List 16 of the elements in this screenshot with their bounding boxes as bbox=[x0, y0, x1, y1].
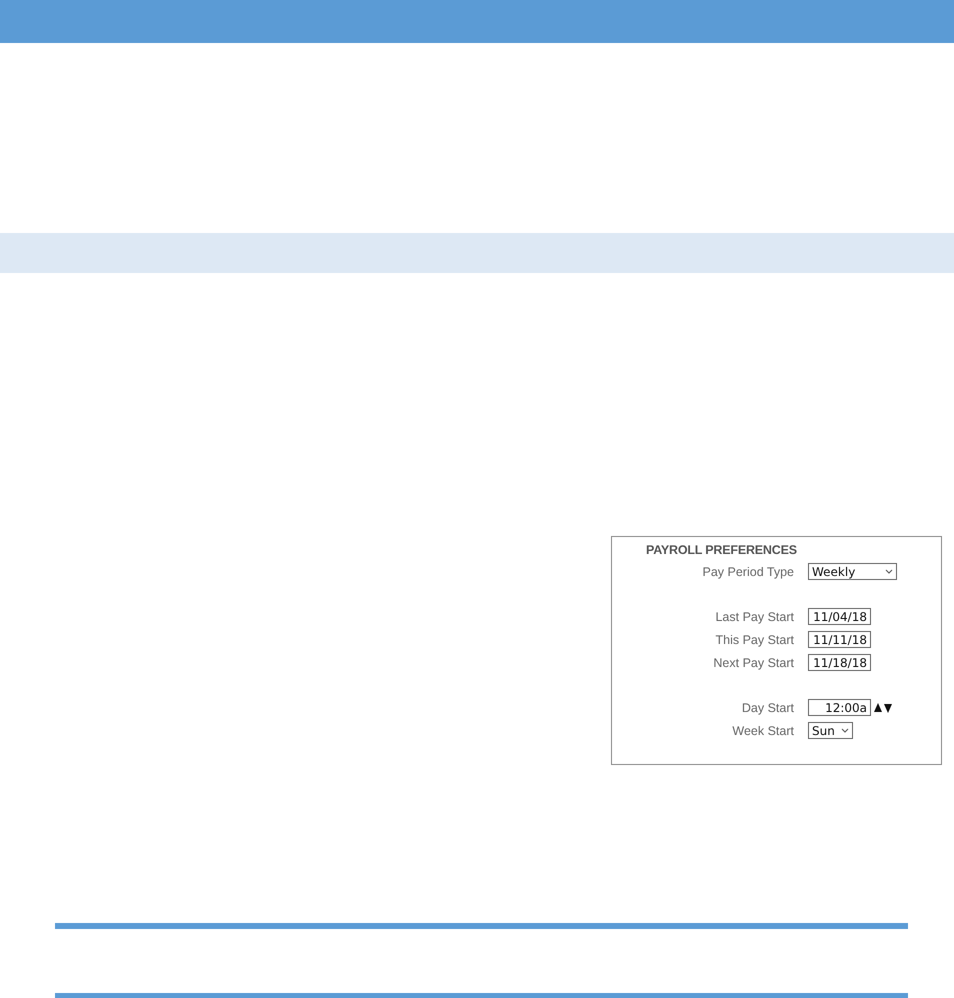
field-label: This Pay Start bbox=[714, 632, 795, 646]
date-field[interactable]: 11/18/18 bbox=[808, 654, 871, 671]
up-down-arrows-icon[interactable] bbox=[873, 702, 893, 714]
date-field[interactable]: 11/11/18 bbox=[808, 631, 871, 648]
field-label: Next Pay Start bbox=[712, 656, 795, 670]
field-label: Week Start bbox=[731, 724, 795, 738]
panel-title: PAYROLL PREFERENCES bbox=[646, 543, 797, 557]
time-field[interactable]: 12:00a bbox=[808, 699, 871, 716]
field-label: Last Pay Start bbox=[714, 610, 795, 624]
field-label: Day Start bbox=[740, 700, 795, 714]
field-label: Pay Period Type bbox=[702, 564, 795, 578]
date-field[interactable]: 11/04/18 bbox=[808, 608, 871, 625]
chevron-icon bbox=[841, 728, 849, 733]
chevron-icon bbox=[885, 569, 893, 574]
week-start-select[interactable]: Sun bbox=[808, 722, 853, 739]
pay-period-select[interactable]: Weekly bbox=[808, 563, 897, 580]
